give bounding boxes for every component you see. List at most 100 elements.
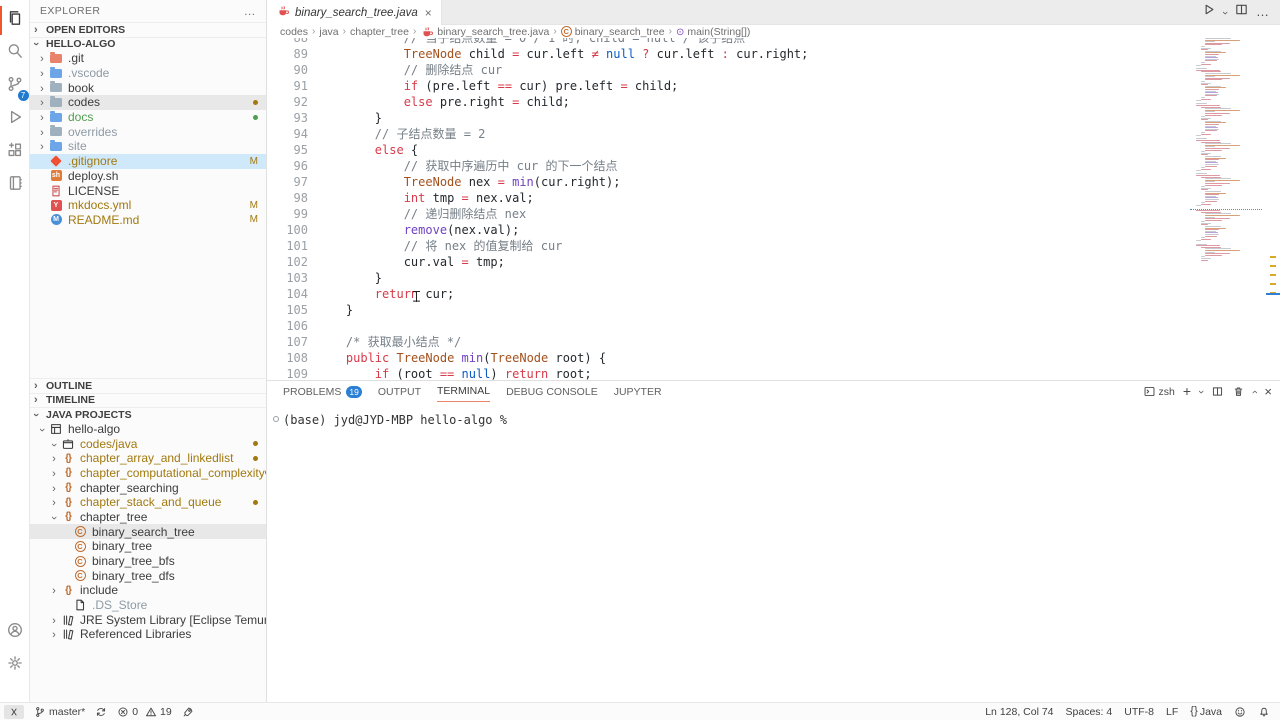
panel-tab-problems[interactable]: PROBLEMS19 (283, 381, 362, 402)
code-text: remove(nex.val); (308, 222, 519, 238)
tree-item-include[interactable]: ›{}include (30, 583, 266, 598)
tree-item-.gitignore[interactable]: .gitignoreM (30, 154, 266, 169)
tree-item-binary_tree_bfs[interactable]: Cbinary_tree_bfs (30, 554, 266, 569)
gear-icon (6, 654, 24, 677)
run-dropdown-icon[interactable]: › (1223, 3, 1227, 21)
tree-item-readme.md[interactable]: MREADME.mdM (30, 213, 266, 228)
tree-item-hello-algo[interactable]: ›hello-algo (30, 422, 266, 437)
code-text: cur.val = tmp; (308, 254, 505, 270)
status-feedback[interactable] (1234, 706, 1246, 718)
tree-item-binary_search_tree[interactable]: Cbinary_search_tree (30, 524, 266, 539)
panel-tab-output[interactable]: OUTPUT (378, 381, 421, 402)
outline-header[interactable]: › OUTLINE (30, 378, 266, 393)
tree-item-binary_tree[interactable]: Cbinary_tree (30, 539, 266, 554)
activitybar-explorer[interactable] (0, 4, 30, 37)
tree-item-.vscode[interactable]: ›.vscode (30, 66, 266, 81)
tree-item-book[interactable]: ›book (30, 80, 266, 95)
activitybar-run-and-debug[interactable] (0, 103, 30, 136)
terminal-shell[interactable]: zsh (1143, 385, 1175, 398)
tree-item-overrides[interactable]: ›overrides (30, 124, 266, 139)
tree-item-deploy.sh[interactable]: shdeploy.sh (30, 169, 266, 184)
tree-item-chapter_stack_and_queue[interactable]: ›{}chapter_stack_and_queue (30, 495, 266, 510)
tree-item-.git[interactable]: ›.git (30, 51, 266, 66)
tree-item-chapter_searching[interactable]: ›{}chapter_searching (30, 480, 266, 495)
panel-tab-jupyter[interactable]: JUPYTER (614, 381, 662, 402)
tab-title: binary_search_tree.java (295, 7, 418, 19)
breadcrumb-item[interactable]: java (319, 26, 338, 38)
code-text: // 获取中序遍历中 cur 的下一个结点 (308, 158, 618, 174)
panel-tab-debug-console[interactable]: DEBUG CONSOLE (506, 381, 598, 402)
status-cursor-position[interactable]: Ln 128, Col 74 (985, 706, 1053, 718)
activitybar-settings[interactable] (0, 649, 30, 682)
status-indentation[interactable]: Spaces: 4 (1066, 706, 1113, 718)
tree-item-chapter_array_and_linkedlist[interactable]: ›{}chapter_array_and_linkedlist (30, 451, 266, 466)
open-editors-header[interactable]: › OPEN EDITORS (30, 22, 266, 37)
line-number: 88 (267, 38, 308, 46)
tree-item-binary_tree_dfs[interactable]: Cbinary_tree_dfs (30, 568, 266, 583)
status-remote-indicator[interactable] (4, 705, 24, 719)
breadcrumb-label: binary_search_tree.java (437, 26, 549, 38)
activitybar-source-control[interactable]: 7 (0, 70, 30, 103)
activitybar-search[interactable] (0, 37, 30, 70)
tree-item-site[interactable]: ›site (30, 139, 266, 154)
tree-item-.ds_store[interactable]: .DS_Store (30, 598, 266, 613)
panel-tab-terminal[interactable]: TERMINAL (437, 381, 490, 402)
tree-item-referencedlibraries[interactable]: ›Referenced Libraries (30, 627, 266, 642)
maximize-panel-icon[interactable]: › (1253, 386, 1257, 398)
tree-item-chapter_tree[interactable]: ›{}chapter_tree (30, 510, 266, 525)
status-bar: master* 019 Ln 128, Col 74 Spaces: 4 UTF-8 L… (0, 702, 1280, 720)
status-language-mode[interactable]: { }Java (1190, 706, 1222, 718)
breadcrumb-item[interactable]: binary_search_tree.java (420, 25, 549, 39)
code-area[interactable]: 88 // 当子结点数量 = 0 / 1 时, child = null / 该… (267, 38, 1280, 380)
panel-tab-label: DEBUG CONSOLE (506, 386, 598, 398)
tree-item-mkdocs.yml[interactable]: Ymkdocs.ymlM (30, 198, 266, 213)
breadcrumb-item[interactable]: chapter_tree (350, 26, 409, 38)
status-eol[interactable]: LF (1166, 706, 1178, 718)
code-text: // 将 nex 的值复制给 cur (308, 238, 562, 254)
tree-item-chapter_computational_complexity[interactable]: ›{}chapter_computational_complexity (30, 466, 266, 481)
activitybar-notebook[interactable] (0, 169, 30, 202)
tree-item-docs[interactable]: ›docs (30, 110, 266, 125)
tree-item-jresystemlibraryeclipsetemurin1717....[interactable]: ›JRE System Library [Eclipse Temurin 17 … (30, 612, 266, 627)
line-number: 91 (267, 78, 308, 94)
activitybar-extensions[interactable] (0, 136, 30, 169)
split-editor-icon[interactable] (1234, 2, 1249, 22)
status-label: Ln 128, Col 74 (985, 706, 1053, 718)
tree-item-codesjava[interactable]: ›codes/java (30, 436, 266, 451)
tab-binary-search-tree[interactable]: binary_search_tree.java × (267, 0, 442, 25)
activitybar-account[interactable] (0, 616, 30, 649)
chevron-right-icon: › (34, 394, 38, 406)
terminal-dropdown-icon[interactable]: › (1199, 386, 1203, 398)
kill-terminal-icon[interactable] (1232, 385, 1245, 398)
run-icon[interactable] (1201, 2, 1216, 22)
root-folder-header[interactable]: › HELLO-ALGO (30, 37, 266, 52)
split-terminal-icon[interactable] (1211, 385, 1224, 398)
status-problems[interactable]: 019 (117, 706, 172, 718)
more-actions-icon[interactable]: … (1256, 3, 1270, 21)
status-sync[interactable] (95, 706, 107, 718)
status-git-branch[interactable]: master* (34, 706, 85, 718)
chevron-right-icon: › (52, 585, 56, 597)
yml-icon: Y (48, 200, 64, 211)
timeline-header[interactable]: › TIMELINE (30, 393, 266, 408)
tree-item-label: JRE System Library [Eclipse Temurin 17 [… (80, 613, 266, 627)
code-text: // 删除结点 cur (308, 62, 502, 78)
terminal[interactable]: (base) jyd@JYD-MBP hello-algo % (267, 402, 1280, 427)
minimap[interactable] (1190, 38, 1262, 380)
panel-actions: zsh + › › × (1143, 385, 1272, 398)
java-projects-header[interactable]: › JAVA PROJECTS (30, 407, 266, 422)
code-line-104: 104 return cur; (267, 286, 808, 302)
breadcrumb-item[interactable]: ⊙main(String[]) (676, 26, 750, 38)
close-tab-icon[interactable]: × (425, 6, 432, 20)
new-terminal-icon[interactable]: + (1183, 386, 1191, 397)
status-encoding[interactable]: UTF-8 (1124, 706, 1154, 718)
status-java-lightweight-mode[interactable] (182, 706, 194, 718)
close-panel-icon[interactable]: × (1264, 386, 1272, 397)
breadcrumb-item[interactable]: Cbinary_search_tree (561, 26, 665, 38)
more-actions-icon[interactable]: … (244, 4, 256, 18)
status-notifications[interactable] (1258, 706, 1270, 718)
tree-item-license[interactable]: LICENSE (30, 183, 266, 198)
breadcrumb-item[interactable]: codes (280, 26, 308, 38)
twisty: › (36, 51, 48, 65)
tree-item-codes[interactable]: ›codes (30, 95, 266, 110)
